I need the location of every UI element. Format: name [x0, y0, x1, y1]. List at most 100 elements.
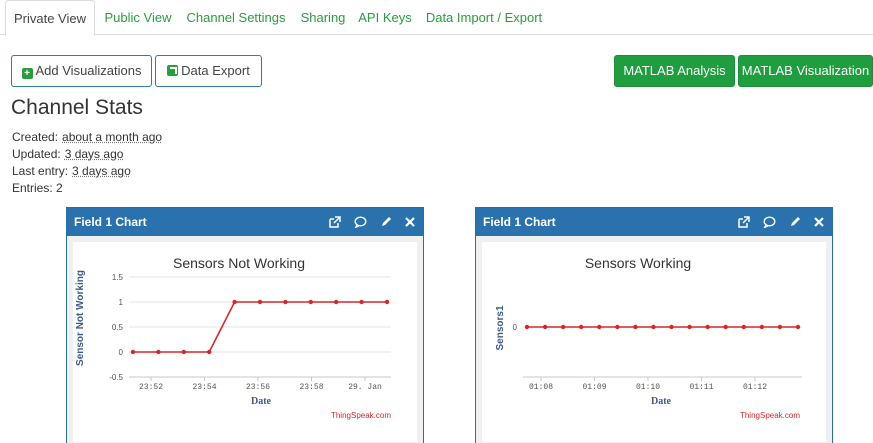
x-tick-label: 01:11 [689, 383, 713, 392]
chart-2-grid [523, 326, 802, 381]
created-value: about a month ago [62, 130, 163, 144]
stat-last-entry: Last entry: 3 days ago [12, 164, 131, 178]
data-point[interactable] [615, 324, 620, 330]
data-point[interactable] [560, 324, 566, 330]
chart-2-svg: Sensors Working 0 01:08 01:09 01:10 01:11 01… [495, 255, 802, 420]
y-tick-label: 0.5 [112, 323, 124, 332]
data-point[interactable] [232, 299, 237, 305]
external-link-icon[interactable] [329, 216, 341, 228]
data-point[interactable] [579, 324, 584, 330]
y-tick-label: 0 [119, 348, 124, 357]
chart-1-grid [129, 276, 391, 381]
tab-sharing[interactable]: Sharing [294, 0, 352, 35]
x-tick-label: 01:09 [582, 383, 606, 392]
panel-icons-1 [329, 208, 415, 236]
export-icon [167, 65, 179, 76]
data-point[interactable] [651, 324, 656, 330]
tab-channel-settings[interactable]: Channel Settings [182, 0, 290, 35]
chart-1-title: Sensors Not Working [173, 255, 305, 271]
chart-area-2: Sensors Working 0 01:08 01:09 01:10 01:11 01… [482, 242, 826, 442]
data-point[interactable] [334, 299, 339, 305]
created-label: Created: [12, 130, 59, 144]
data-point[interactable] [795, 324, 801, 330]
tab-public-view[interactable]: Public View [98, 0, 178, 35]
data-point[interactable] [633, 324, 638, 330]
stat-created: Created: about a month ago [12, 130, 162, 144]
data-point[interactable] [687, 324, 692, 330]
x-tick-label: 23:58 [299, 383, 323, 392]
data-point[interactable] [257, 299, 263, 305]
chart-2-credit[interactable]: ThingSpeak.com [740, 411, 800, 420]
matlab-visualization-button[interactable]: MATLAB Visualization [738, 55, 873, 87]
field-chart-panel-2: Field 1 Chart Sensors Working 0 01:08 01:… [475, 207, 833, 443]
comment-icon[interactable] [763, 216, 776, 228]
stat-entries: Entries: 2 [12, 181, 63, 195]
chart-1-credit[interactable]: ThingSpeak.com [331, 411, 391, 420]
data-point[interactable] [759, 324, 765, 330]
panel-header-1: Field 1 Chart [67, 208, 423, 236]
x-tick-label: 23:52 [139, 383, 163, 392]
data-point[interactable] [207, 349, 212, 355]
data-point[interactable] [741, 324, 746, 330]
data-point[interactable] [308, 299, 313, 305]
pencil-icon[interactable] [380, 216, 392, 228]
chart-1-svg: Sensors Not Working -0.500.511.5 23:52 23… [75, 255, 391, 420]
x-tick-label: 23:54 [192, 383, 216, 392]
chart-area-1: Sensors Not Working -0.5 0 0.5 1 1.5 23:52 23… [73, 242, 417, 442]
data-export-label: Data Export [181, 63, 250, 78]
panel-title-2: Field 1 Chart [483, 215, 556, 229]
data-point[interactable] [384, 299, 390, 305]
x-tick-label: 01:10 [636, 383, 660, 392]
close-icon[interactable] [405, 217, 415, 227]
tab-bar: Private View Public View Channel Setting… [0, 0, 873, 36]
field-chart-panel-1: Field 1 Chart Sensors Not Working -0.5 0 0… [66, 207, 424, 443]
tab-private-view[interactable]: Private View [5, 0, 95, 36]
external-link-icon[interactable] [738, 216, 750, 228]
pencil-icon[interactable] [789, 216, 801, 228]
panel-icons-2 [738, 208, 824, 236]
data-point[interactable] [669, 324, 674, 330]
y-tick-label: -0.5 [109, 373, 123, 382]
x-tick-label: 23:56 [246, 383, 270, 392]
chart-1-y-ticks: -0.5 0 0.5 1 1.5 [109, 273, 123, 382]
data-point[interactable] [130, 349, 136, 355]
stat-updated: Updated: 3 days ago [12, 147, 123, 161]
data-point[interactable] [181, 349, 186, 355]
updated-value: 3 days ago [64, 147, 124, 161]
updated-label: Updated: [12, 147, 61, 161]
chart-1-y-axis-label: Sensor Not Working [75, 270, 86, 366]
x-tick-label: 01:08 [529, 383, 553, 392]
x-tick-label: 01:12 [743, 383, 767, 392]
data-point[interactable] [542, 324, 548, 330]
last-entry-value: 3 days ago [72, 164, 131, 178]
data-point[interactable] [597, 324, 602, 330]
data-point[interactable] [359, 299, 364, 305]
data-point[interactable] [283, 299, 288, 305]
panel-title-1: Field 1 Chart [74, 215, 147, 229]
chart-2-series [524, 324, 801, 330]
chart-1-x-ticks: 23:52 23:54 23:56 23:58 29. Jan [139, 383, 382, 392]
panel-header-2: Field 1 Chart [476, 208, 832, 236]
y-tick-label: 1 [119, 298, 124, 307]
last-entry-label: Last entry: [12, 164, 69, 178]
data-export-button[interactable]: Data Export [155, 55, 262, 87]
matlab-analysis-button[interactable]: MATLAB Analysis [614, 55, 735, 87]
comment-icon[interactable] [354, 216, 367, 228]
data-point[interactable] [723, 324, 728, 330]
close-icon[interactable] [814, 217, 824, 227]
data-point[interactable] [777, 324, 783, 330]
y-tick-label: 1.5 [112, 273, 124, 282]
chart-2-x-ticks: 01:08 01:09 01:10 01:11 01:12 [529, 383, 767, 392]
chart-2-x-axis-label: Date [651, 396, 672, 407]
add-visualizations-button[interactable]: + Add Visualizations [11, 55, 152, 87]
x-tick-label: 29. Jan [348, 383, 382, 392]
add-visualizations-label: Add Visualizations [35, 63, 142, 78]
data-point[interactable] [524, 324, 530, 330]
channel-stats-title: Channel Stats [11, 96, 143, 119]
chart-2-y-ticks: 0 [513, 323, 518, 332]
chart-2-title: Sensors Working [585, 255, 691, 271]
tab-api-keys[interactable]: API Keys [357, 0, 413, 35]
data-point[interactable] [705, 324, 710, 330]
tab-data-import-export[interactable]: Data Import / Export [420, 0, 548, 35]
data-point[interactable] [156, 349, 161, 355]
